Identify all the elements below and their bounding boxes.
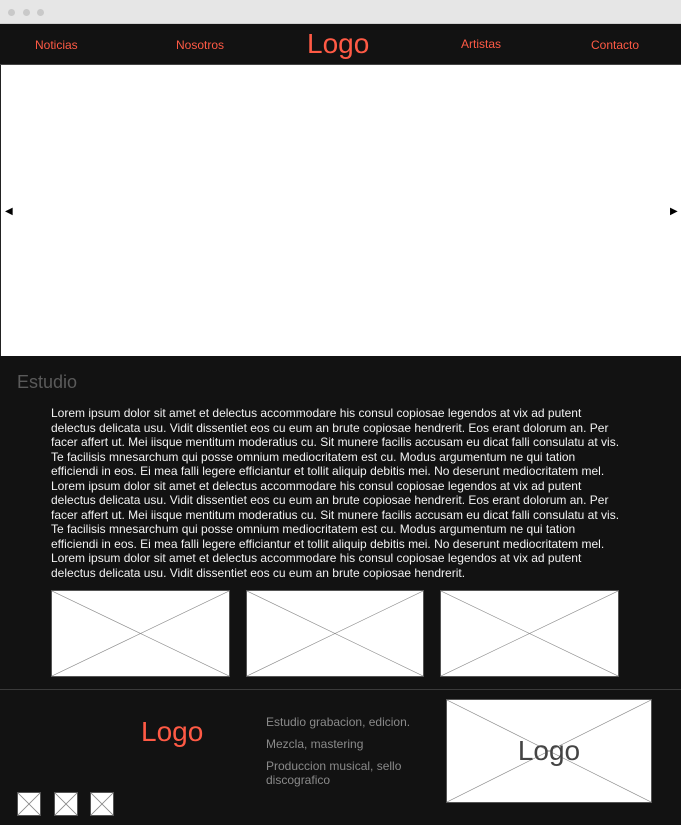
window-dot-icon (8, 9, 15, 16)
slider-next-icon[interactable]: ▶ (670, 207, 678, 217)
social-icon[interactable] (17, 792, 41, 816)
social-icon[interactable] (90, 792, 114, 816)
browser-title-bar (0, 0, 681, 24)
image-placeholder (51, 590, 230, 677)
top-navigation: Noticias Nosotros Logo Artistas Contacto (0, 24, 681, 65)
section-paragraph: Lorem ipsum dolor sit amet et delectus a… (51, 406, 620, 580)
footer-logo-image-text: Logo (517, 735, 581, 766)
image-placeholder-icon (441, 591, 618, 676)
header-logo[interactable]: Logo (307, 28, 369, 60)
nav-item-nosotros[interactable]: Nosotros (176, 38, 224, 52)
footer-service-item: Produccion musical, sello discografico (266, 759, 402, 787)
footer-logo: Logo (141, 716, 204, 747)
nav-item-artistas[interactable]: Artistas (461, 37, 501, 51)
footer-service-item: Mezcla, mastering (266, 737, 364, 751)
image-placeholder-icon (247, 591, 423, 676)
image-placeholder (440, 590, 619, 677)
image-placeholder-icon (18, 793, 40, 815)
image-placeholder-icon (91, 793, 113, 815)
social-icon[interactable] (54, 792, 78, 816)
footer-logo-image: Logo (446, 699, 652, 803)
image-placeholder-icon (52, 591, 229, 676)
image-placeholder-icon (55, 793, 77, 815)
footer-service-item: Estudio grabacion, edicion. (266, 715, 411, 729)
window-dot-icon (23, 9, 30, 16)
footer: Logo Estudio grabacion, edicion. Mezcla,… (0, 689, 681, 825)
section-title: Estudio (17, 372, 78, 392)
slider-prev-icon[interactable]: ◀ (5, 207, 13, 217)
studio-section: Estudio Lorem ipsum dolor sit amet et de… (0, 356, 681, 689)
image-placeholder (246, 590, 424, 677)
nav-item-noticias[interactable]: Noticias (35, 38, 78, 52)
nav-item-contacto[interactable]: Contacto (591, 38, 639, 52)
image-slider: ◀ ▶ (0, 65, 681, 356)
window-dot-icon (37, 9, 44, 16)
